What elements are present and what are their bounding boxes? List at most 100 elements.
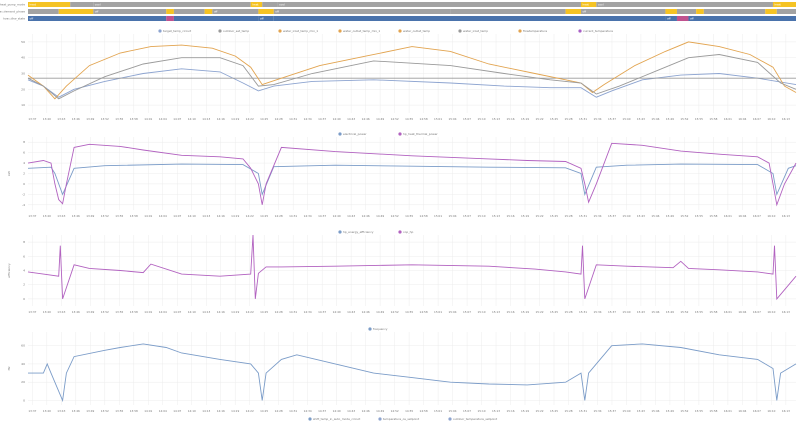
x-tick-label: 14:10 bbox=[188, 409, 196, 413]
state-segment bbox=[277, 2, 581, 7]
x-tick-label: 15:31 bbox=[579, 310, 587, 314]
state-segment bbox=[765, 9, 777, 14]
x-tick-label: 15:13 bbox=[492, 409, 500, 413]
x-tick-label: 16:13 bbox=[782, 214, 790, 218]
x-tick-label: 14:55 bbox=[405, 214, 413, 218]
x-tick-label: 15:10 bbox=[478, 310, 486, 314]
legend-marker bbox=[338, 230, 342, 234]
legend-label: current_temperature bbox=[583, 29, 613, 33]
legend-marker bbox=[368, 327, 372, 331]
y-tick-label: 0 bbox=[23, 182, 25, 186]
x-tick-label: 16:07 bbox=[753, 117, 761, 121]
state-segment-label: heat bbox=[582, 3, 589, 7]
x-tick-label: 15:37 bbox=[608, 117, 616, 121]
x-tick-label: 14:43 bbox=[347, 214, 355, 218]
x-tick-label: 16:04 bbox=[738, 310, 746, 314]
x-tick-label: 15:46 bbox=[651, 409, 659, 413]
x-tick-label: 15:25 bbox=[550, 117, 558, 121]
y-tick-label: 20 bbox=[21, 87, 25, 91]
x-tick-label: 15:13 bbox=[492, 117, 500, 121]
x-tick-label: 15:10 bbox=[478, 409, 486, 413]
x-tick-label: 14:28 bbox=[275, 214, 283, 218]
x-tick-label: 14:46 bbox=[362, 214, 370, 218]
x-tick-label: 16:04 bbox=[738, 117, 746, 121]
x-tick-label: 15:16 bbox=[507, 409, 515, 413]
x-tick-label: 14:19 bbox=[231, 214, 239, 218]
x-tick-label: 14:58 bbox=[420, 214, 428, 218]
x-tick-label: 14:13 bbox=[202, 409, 210, 413]
x-tick-label: 15:10 bbox=[478, 117, 486, 121]
x-tick-label: 13:40 bbox=[43, 214, 51, 218]
x-tick-label: 15:34 bbox=[593, 214, 601, 218]
x-tick-label: 15:04 bbox=[449, 214, 457, 218]
y-tick-label: 30 bbox=[21, 72, 25, 76]
y-tick-label: 0 bbox=[23, 398, 25, 402]
x-tick-label: 13:52 bbox=[101, 310, 109, 314]
x-tick-label: 14:13 bbox=[202, 310, 210, 314]
x-tick-label: 16:10 bbox=[767, 310, 775, 314]
state-segment-label: cool bbox=[279, 3, 285, 7]
x-tick-label: 14:16 bbox=[217, 409, 225, 413]
x-tick-label: 15:28 bbox=[564, 214, 572, 218]
x-tick-label: 13:40 bbox=[43, 117, 51, 121]
legend-label: cop_hp bbox=[403, 230, 413, 234]
x-tick-label: 15:58 bbox=[709, 409, 717, 413]
x-tick-label: 14:55 bbox=[405, 409, 413, 413]
x-tick-label: 13:49 bbox=[86, 310, 94, 314]
x-tick-label: 15:49 bbox=[666, 409, 674, 413]
state-segment bbox=[70, 2, 94, 7]
x-tick-label: 14:43 bbox=[347, 117, 355, 121]
state-segment bbox=[93, 9, 167, 14]
x-tick-label: 14:25 bbox=[260, 409, 268, 413]
x-tick-label: 14:01 bbox=[144, 409, 152, 413]
x-tick-label: 15:13 bbox=[492, 310, 500, 314]
state-segment bbox=[258, 9, 274, 14]
x-tick-label: 14:04 bbox=[159, 310, 167, 314]
x-tick-label: 14:19 bbox=[231, 409, 239, 413]
x-tick-label: 15:37 bbox=[608, 214, 616, 218]
x-tick-label: 15:34 bbox=[593, 117, 601, 121]
x-tick-label: 15:52 bbox=[680, 310, 688, 314]
x-tick-label: 15:31 bbox=[579, 214, 587, 218]
state-segment bbox=[676, 16, 689, 21]
x-tick-label: 15:19 bbox=[521, 214, 529, 218]
x-tick-label: 13:40 bbox=[43, 310, 51, 314]
x-tick-label: 14:19 bbox=[231, 117, 239, 121]
state-segment-label: off bbox=[260, 17, 264, 21]
x-tick-label: 15:01 bbox=[434, 214, 442, 218]
x-tick-label: 16:04 bbox=[738, 214, 746, 218]
x-tick-label: 15:10 bbox=[478, 214, 486, 218]
y-tick-label: 60 bbox=[21, 344, 25, 348]
x-tick-label: 14:07 bbox=[173, 214, 181, 218]
y-tick-label: 6 bbox=[23, 254, 25, 258]
x-tick-label: 15:16 bbox=[507, 310, 515, 314]
x-tick-label: 16:10 bbox=[767, 214, 775, 218]
x-tick-label: 15:22 bbox=[535, 117, 543, 121]
x-tick-label: 13:52 bbox=[101, 409, 109, 413]
state-segment bbox=[580, 9, 666, 14]
state-segment-label: off bbox=[582, 10, 586, 14]
x-tick-label: 14:40 bbox=[333, 310, 341, 314]
x-tick-label: 16:10 bbox=[767, 117, 775, 121]
y-tick-label: 8 bbox=[23, 140, 25, 144]
state-segment-label: off bbox=[30, 17, 34, 21]
legend-label: flowtemperature bbox=[523, 29, 547, 33]
x-tick-label: 14:10 bbox=[188, 214, 196, 218]
dashboard: hvac.heat_pump_mode heat cool heat cool heat c… bbox=[0, 0, 800, 422]
x-tick-label: 15:52 bbox=[680, 409, 688, 413]
x-tick-label: 14:46 bbox=[362, 409, 370, 413]
x-tick-label: 15:58 bbox=[709, 117, 717, 121]
x-tick-label: 13:43 bbox=[57, 310, 65, 314]
x-tick-label: 15:46 bbox=[651, 310, 659, 314]
x-tick-label: 15:22 bbox=[535, 310, 543, 314]
legend-label: frequency bbox=[373, 327, 388, 331]
x-tick-label: 16:01 bbox=[724, 117, 732, 121]
x-tick-label: 14:28 bbox=[275, 310, 283, 314]
x-tick-label: 15:28 bbox=[564, 117, 572, 121]
y-tick-label: 8 bbox=[23, 240, 25, 244]
y-tick-label: -2 bbox=[22, 192, 25, 196]
state-segment-label: heat bbox=[774, 3, 781, 7]
x-tick-label: 13:46 bbox=[72, 214, 80, 218]
x-tick-label: 15:46 bbox=[651, 117, 659, 121]
state-segment bbox=[565, 9, 581, 14]
